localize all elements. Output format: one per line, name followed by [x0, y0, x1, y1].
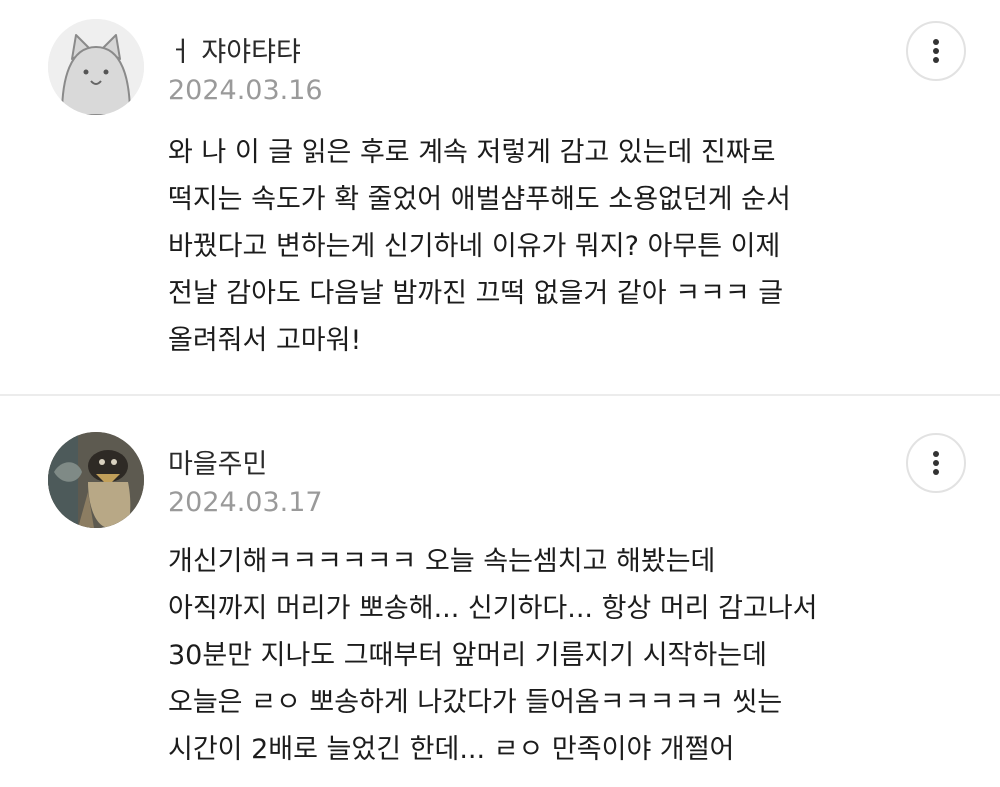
- username[interactable]: ㅓ 쟈야탸탸: [168, 30, 301, 69]
- comment-item: 마을주민 2024.03.17 개신기해ㅋㅋㅋㅋㅋㅋ 오늘 속는셈치고 해봤는데…: [0, 396, 1000, 787]
- cat-face-icon: [48, 19, 144, 115]
- comment-body: 와 나 이 글 읽은 후로 계속 저렇게 감고 있는데 진짜로 떡지는 속도가 …: [168, 129, 888, 364]
- comment-body: 개신기해ㅋㅋㅋㅋㅋㅋ 오늘 속는셈치고 해봤는데 아직까지 머리가 뽀송해...…: [168, 538, 888, 773]
- avatar[interactable]: [48, 19, 144, 115]
- vertical-ellipsis-icon: [933, 39, 939, 63]
- comment-date: 2024.03.16: [168, 75, 323, 106]
- comment-line: 30분만 지나도 그때부터 앞머리 기름지기 시작하는데: [168, 640, 767, 671]
- vertical-ellipsis-icon: [933, 451, 939, 475]
- comment-item: ㅓ 쟈야탸탸 2024.03.16 와 나 이 글 읽은 후로 계속 저렇게 감…: [0, 0, 1000, 395]
- penguin-photo-icon: [48, 432, 144, 528]
- more-options-button[interactable]: [906, 433, 966, 493]
- comment-line: 와 나 이 글 읽은 후로 계속 저렇게 감고 있는데 진짜로: [168, 137, 776, 168]
- comment-line: 오늘은 ㄹㅇ 뽀송하게 나갔다가 들어옴ㅋㅋㅋㅋㅋ 씻는: [168, 687, 783, 718]
- more-options-button[interactable]: [906, 21, 966, 81]
- comment-line: 아직까지 머리가 뽀송해... 신기하다... 항상 머리 감고나서: [168, 593, 818, 624]
- comment-date: 2024.03.17: [168, 487, 323, 518]
- comment-line: 올려줘서 고마워!: [168, 325, 362, 356]
- comment-line: 전날 감아도 다음날 밤까진 끄떡 없을거 같아 ㅋㅋㅋ 글: [168, 278, 784, 309]
- avatar[interactable]: [48, 432, 144, 528]
- comment-line: 시간이 2배로 늘었긴 한데... ㄹㅇ 만족이야 개쩔어: [168, 734, 735, 765]
- username[interactable]: 마을주민: [168, 442, 267, 481]
- comment-line: 떡지는 속도가 확 줄었어 애벌샴푸해도 소용없던게 순서: [168, 184, 791, 215]
- comment-line: 바꿨다고 변하는게 신기하네 이유가 뭐지? 아무튼 이제: [168, 231, 781, 262]
- comment-line: 개신기해ㅋㅋㅋㅋㅋㅋ 오늘 속는셈치고 해봤는데: [168, 546, 716, 577]
